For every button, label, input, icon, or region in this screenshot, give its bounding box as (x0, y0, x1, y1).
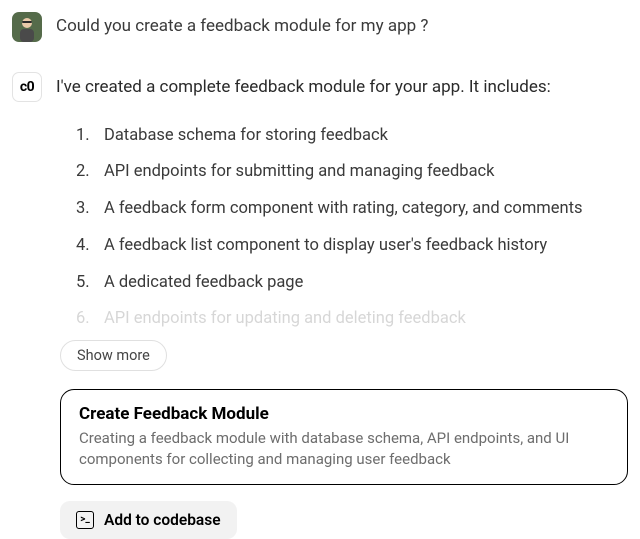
bot-message-row: c0 I've created a complete feedback modu… (12, 72, 628, 539)
list-item: A dedicated feedback page (76, 271, 628, 296)
bot-intro-text: I've created a complete feedback module … (56, 75, 628, 100)
show-more-container: Show more (60, 340, 628, 371)
action-card[interactable]: Create Feedback Module Creating a feedba… (60, 389, 628, 485)
add-to-codebase-label: Add to codebase (104, 511, 221, 529)
user-message-text: Could you create a feedback module for m… (56, 15, 628, 39)
action-card-title: Create Feedback Module (79, 404, 609, 424)
list-item: Database schema for storing feedback (76, 124, 628, 149)
feature-list: Database schema for storing feedback API… (56, 124, 628, 333)
list-item: A feedback form component with rating, c… (76, 197, 628, 222)
user-avatar-image-icon (12, 12, 42, 42)
bot-avatar: c0 (12, 72, 42, 102)
action-card-description: Creating a feedback module with database… (79, 428, 609, 470)
user-avatar (12, 12, 42, 42)
list-item-faded: API endpoints for updating and deleting … (76, 307, 628, 332)
code-icon: >_ (76, 511, 94, 529)
add-to-codebase-button[interactable]: >_ Add to codebase (60, 501, 237, 539)
list-item: API endpoints for submitting and managin… (76, 160, 628, 185)
bot-message-content: I've created a complete feedback module … (56, 72, 628, 539)
show-more-button[interactable]: Show more (60, 340, 167, 371)
list-item: A feedback list component to display use… (76, 234, 628, 259)
user-message-content: Could you create a feedback module for m… (56, 12, 628, 39)
user-message-row: Could you create a feedback module for m… (12, 12, 628, 42)
